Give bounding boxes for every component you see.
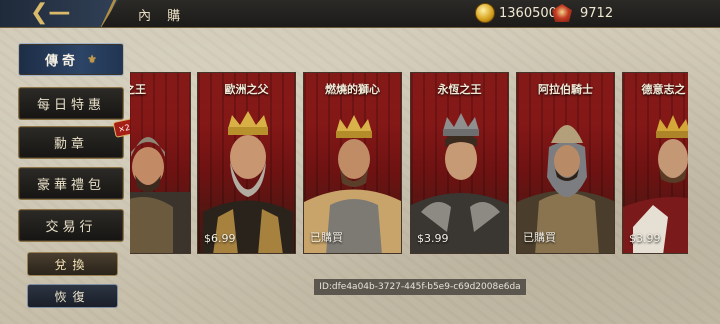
hero-price: $3.99 (629, 232, 661, 245)
hero-card[interactable]: 永恆之王 $3.99 (410, 72, 509, 254)
page-title: 內 購 (138, 9, 187, 24)
hero-purchased-label: 已購買 (310, 231, 343, 244)
tab-trading-post[interactable]: 交易行 (18, 209, 124, 242)
hero-card[interactable]: 阿拉伯騎士 已購買 (516, 72, 615, 254)
back-button[interactable]: ❮— (0, 0, 118, 27)
hero-portrait (203, 111, 293, 253)
gem-amount: 9712 (580, 5, 614, 21)
hero-price: $3.99 (417, 232, 449, 245)
gold-coin-icon (475, 3, 495, 23)
hero-portrait (623, 115, 688, 253)
tab-daily-deals-label: 每日特惠 (36, 98, 105, 113)
player-id-text: ID:dfe4a04b-3727-445f-b5e9-c69d2008e6da (319, 282, 521, 292)
hero-portrait (130, 137, 190, 253)
back-arrow-icon: ❮— (30, 0, 71, 25)
hero-card-carousel[interactable]: 人之王 歐洲之父 $6.99 燃燒的獅心 已購買 (130, 72, 688, 256)
hero-name: 德意志之 (641, 83, 686, 96)
hero-name: 永恆之王 (437, 83, 482, 96)
top-bar: ❮— 內 購 1360500 9712 (0, 0, 720, 28)
gem-currency: 9712 (552, 3, 613, 23)
restore-button[interactable]: 恢復 (27, 284, 118, 308)
hero-name: 阿拉伯騎士 (538, 83, 593, 96)
tab-daily-deals[interactable]: 每日特惠 (18, 87, 124, 120)
hero-card[interactable]: 德意志之 $3.99 (622, 72, 688, 254)
hero-name: 燃燒的獅心 (325, 83, 380, 96)
hero-name: 人之王 (130, 83, 146, 96)
hero-portrait (411, 113, 508, 253)
exchange-label: 兌換 (54, 257, 91, 272)
hero-name: 歐洲之父 (224, 83, 269, 96)
gold-amount: 1360500 (499, 5, 557, 21)
hero-card[interactable]: 歐洲之父 $6.99 (197, 72, 296, 254)
exchange-button[interactable]: 兌換 (27, 252, 118, 276)
hero-purchased-label: 已購買 (523, 231, 556, 244)
hero-card[interactable]: 燃燒的獅心 已購買 (303, 72, 402, 254)
player-id-label: ID:dfe4a04b-3727-445f-b5e9-c69d2008e6da (314, 279, 526, 295)
hero-price: $6.99 (204, 232, 236, 245)
tab-trading-post-label: 交易行 (45, 220, 97, 235)
tab-medals-label: 勳章 (53, 137, 88, 152)
hero-card[interactable]: 人之王 (130, 72, 191, 254)
tab-legend[interactable]: 傳奇 ⚜ (18, 43, 124, 76)
restore-label: 恢復 (54, 289, 91, 304)
red-gem-icon (552, 4, 572, 22)
tab-legend-label: 傳奇 (45, 54, 80, 69)
tab-deluxe-packs-label: 豪華禮包 (36, 178, 105, 193)
fleur-icon: ⚜ (87, 53, 97, 66)
gold-currency: 1360500 (475, 3, 557, 23)
tab-deluxe-packs[interactable]: 豪華禮包 (18, 167, 124, 200)
tab-medals[interactable]: 勳章 (18, 126, 124, 159)
